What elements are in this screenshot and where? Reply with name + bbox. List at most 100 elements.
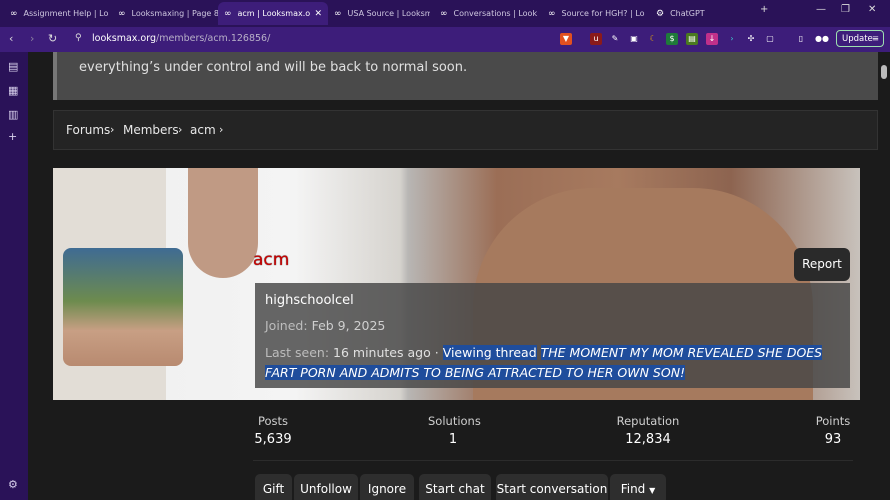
dark-mode-icon[interactable]: ☾ (647, 33, 659, 45)
back-icon[interactable]: ‹ (9, 32, 13, 45)
wallet-icon[interactable]: ●● (815, 33, 829, 45)
menu-icon: ≡ (871, 34, 879, 44)
brave-shield-icon[interactable]: ▼ (560, 33, 572, 45)
joined-value: Feb 9, 2025 (311, 318, 386, 333)
stat-label: Posts (257, 414, 289, 428)
page-content: everything’s under control and will be b… (28, 52, 878, 500)
ublock-icon[interactable]: u (590, 33, 602, 45)
stat-solutions: Solutions 1 (428, 414, 481, 447)
extension-icon[interactable]: ▣ (628, 33, 640, 45)
tab-label: ChatGPT (670, 9, 705, 18)
joined-label: Joined: (265, 318, 308, 333)
stat-value: 1 (448, 432, 458, 447)
browser-sidebar: ▤ ▦ ▥ + ⚙ (0, 52, 28, 500)
tab-looksmaxing[interactable]: ∞ Looksmaxing | Page 8 (112, 2, 218, 25)
stat-points[interactable]: Points 93 (815, 414, 851, 447)
stat-value: 12,834 (625, 432, 671, 447)
notice-text: everything’s under control and will be b… (79, 60, 468, 75)
find-button[interactable]: Find ▼ (610, 474, 666, 500)
sidebar-panel-icon[interactable]: ▤ (8, 60, 18, 73)
browser-toolbar: ‹ › ↻ ⚲ looksmax.org/members/acm.126856/… (0, 27, 890, 52)
tab-usa-source[interactable]: ∞ USA Source | Looksm (328, 2, 430, 25)
screenshot-icon[interactable]: ▢ (764, 33, 776, 45)
caret-down-icon: ▼ (649, 486, 656, 495)
tab-chatgpt[interactable]: ⚙ ChatGPT (650, 2, 756, 25)
grammar-extension-icon[interactable]: ▤ (686, 33, 698, 45)
stats-divider (253, 460, 853, 461)
joined-row: Joined: Feb 9, 2025 (265, 318, 385, 333)
update-label: Update (842, 34, 873, 44)
reload-icon[interactable]: ↻ (48, 32, 57, 45)
forward-icon[interactable]: › (30, 32, 34, 45)
report-button[interactable]: Report (794, 248, 850, 281)
infinity-icon: ∞ (440, 8, 448, 19)
user-title: highschoolcel (265, 293, 354, 308)
new-tab-icon[interactable]: + (760, 4, 768, 15)
chevron-right-icon: › (178, 123, 183, 136)
update-button[interactable]: Update ≡ (836, 30, 884, 47)
close-window-icon[interactable]: ✕ (868, 4, 876, 15)
breadcrumb-acm[interactable]: acm (190, 123, 216, 137)
tab-label: Conversations | Look (453, 9, 538, 18)
stat-label: Solutions (428, 414, 481, 428)
gift-button[interactable]: Gift (255, 474, 292, 500)
ignore-button[interactable]: Ignore (360, 474, 414, 500)
tab-acm-active[interactable]: ∞ acm | Looksmax.o ✕ (218, 2, 328, 25)
infinity-icon: ∞ (118, 8, 126, 19)
stat-posts[interactable]: Posts 5,639 (253, 414, 293, 447)
profile-info-box: highschoolcel Joined: Feb 9, 2025 Last s… (255, 283, 850, 388)
profile-username: acm (253, 250, 290, 270)
site-info-icon[interactable]: ⚲ (75, 33, 82, 43)
eyedropper-icon[interactable]: ✎ (609, 33, 621, 45)
start-conversation-button[interactable]: Start conversation (496, 474, 608, 500)
chevron-right-icon: › (219, 123, 224, 136)
dollar-extension-icon[interactable]: $ (666, 33, 678, 45)
chevron-right-icon: › (110, 123, 115, 136)
unfollow-button[interactable]: Unfollow (294, 474, 358, 500)
page-scrollbar[interactable] (878, 52, 890, 500)
stat-label: Points (815, 414, 851, 428)
settings-icon[interactable]: ⚙ (8, 478, 18, 491)
arrow-extension-icon[interactable]: › (726, 33, 738, 45)
infinity-icon: ∞ (548, 8, 556, 19)
stat-value: 93 (824, 432, 842, 447)
scrollbar-thumb[interactable] (881, 65, 887, 79)
tab-assignment-help[interactable]: ∞ Assignment Help | Lo (4, 2, 112, 25)
activity-prefix: Viewing thread (442, 345, 537, 360)
restore-icon[interactable]: ❐ (841, 4, 850, 15)
download-extension-icon[interactable]: ↓ (706, 33, 718, 45)
infinity-icon: ∞ (10, 8, 18, 19)
tab-label: USA Source | Looksm (347, 9, 431, 18)
url-path: /members/acm.126856/ (156, 33, 271, 44)
avatar[interactable] (63, 248, 183, 366)
tab-label: Assignment Help | Lo (23, 9, 109, 18)
add-icon[interactable]: + (8, 130, 17, 143)
sidebar-toggle-icon[interactable]: ▯ (795, 33, 807, 45)
tab-source-hgh[interactable]: ∞ Source for HGH? | Lo (542, 2, 648, 25)
separator-dot: · (434, 345, 439, 360)
close-icon[interactable]: ✕ (314, 9, 322, 19)
tab-conversations[interactable]: ∞ Conversations | Look (434, 2, 540, 25)
address-bar[interactable]: looksmax.org/members/acm.126856/ (92, 33, 270, 44)
browser-tab-bar: ∞ Assignment Help | Lo ∞ Looksmaxing | P… (0, 0, 890, 27)
breadcrumb-members[interactable]: Members (123, 123, 179, 137)
breadcrumb-forums[interactable]: Forums (66, 123, 110, 137)
tab-label: acm | Looksmax.o (237, 9, 311, 18)
tab-label: Source for HGH? | Lo (561, 9, 645, 18)
stat-reputation[interactable]: Reputation 12,834 (615, 414, 681, 447)
notice-banner: everything’s under control and will be b… (53, 52, 878, 100)
banner-figure-left (188, 168, 258, 278)
breadcrumb: Forums › Members › acm › (53, 110, 878, 150)
puzzle-icon[interactable]: ✣ (745, 33, 757, 45)
start-chat-button[interactable]: Start chat (419, 474, 491, 500)
bookmarks-icon[interactable]: ▦ (8, 84, 18, 97)
chatgpt-icon: ⚙ (656, 8, 665, 19)
stat-value: 5,639 (254, 432, 292, 447)
find-label: Find (620, 482, 646, 496)
reading-list-icon[interactable]: ▥ (8, 108, 18, 121)
infinity-icon: ∞ (334, 8, 342, 19)
last-seen-value: 16 minutes ago (333, 345, 431, 360)
infinity-icon: ∞ (224, 8, 232, 19)
tab-label: Looksmaxing | Page 8 (131, 9, 219, 18)
minimize-icon[interactable]: — (816, 4, 826, 15)
